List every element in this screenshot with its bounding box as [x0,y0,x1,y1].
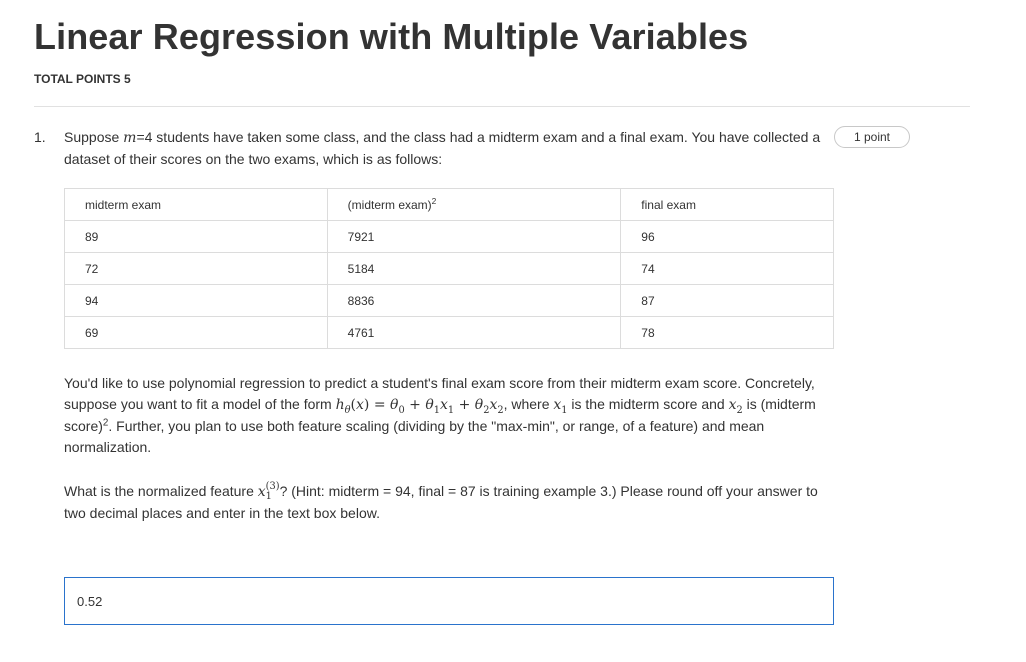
table-cell: 4761 [326,316,622,349]
question-number: 1. [34,129,46,145]
total-points: TOTAL POINTS 5 [34,72,131,86]
table-row: 94 8836 87 [64,284,834,317]
table-row: 69 4761 78 [64,316,834,349]
table-cell: 7921 [326,220,622,253]
table-cell: 74 [620,252,834,285]
table-cell: 78 [620,316,834,349]
table-header-row: midterm exam (midterm exam)2 final exam [64,188,834,221]
header-squared-sup: 2 [431,195,437,206]
table-cell: 5184 [326,252,622,285]
table-cell: 89 [64,220,328,253]
math-x1: x1 [553,397,568,416]
header-final: final exam [620,188,834,221]
poly-text-3: is the midterm score and [567,396,729,412]
math-hypothesis-formula: hθ(x) = θ0 + θ1x1 + θ2x2 [335,397,504,416]
table-cell: 8836 [326,284,622,317]
table-row: 89 7921 96 [64,220,834,253]
points-badge: 1 point [834,126,910,148]
divider [34,106,970,107]
table-cell: 96 [620,220,834,253]
table-row: 72 5184 74 [64,252,834,285]
math-var-m: m [123,130,137,146]
question-intro: Suppose m=4 students have taken some cla… [64,127,834,170]
scores-table: midterm exam (midterm exam)2 final exam … [64,188,834,349]
answer-input[interactable] [64,577,834,625]
ask-text-1: What is the normalized feature [64,483,258,499]
polynomial-paragraph: You'd like to use polynomial regression … [64,373,839,458]
math-x1-3: x (3) 1 [257,481,280,502]
page-title: Linear Regression with Multiple Variable… [34,16,749,57]
poly-text-5: . Further, you plan to use both feature … [64,418,765,455]
intro-text-rest: =4 students have taken some class, and t… [64,129,821,167]
header-midterm-squared-label: (midterm exam) [347,197,432,212]
math-x2: x2 [728,397,743,416]
table-cell: 94 [64,284,328,317]
table-cell: 69 [64,316,328,349]
header-midterm-squared: (midterm exam)2 [326,188,622,221]
poly-text-2: , where [503,396,554,412]
intro-text-prefix: Suppose [64,129,124,145]
table-cell: 72 [64,252,328,285]
table-cell: 87 [620,284,834,317]
header-midterm: midterm exam [64,188,328,221]
ask-paragraph: What is the normalized feature x (3) 1? (H… [64,481,834,524]
